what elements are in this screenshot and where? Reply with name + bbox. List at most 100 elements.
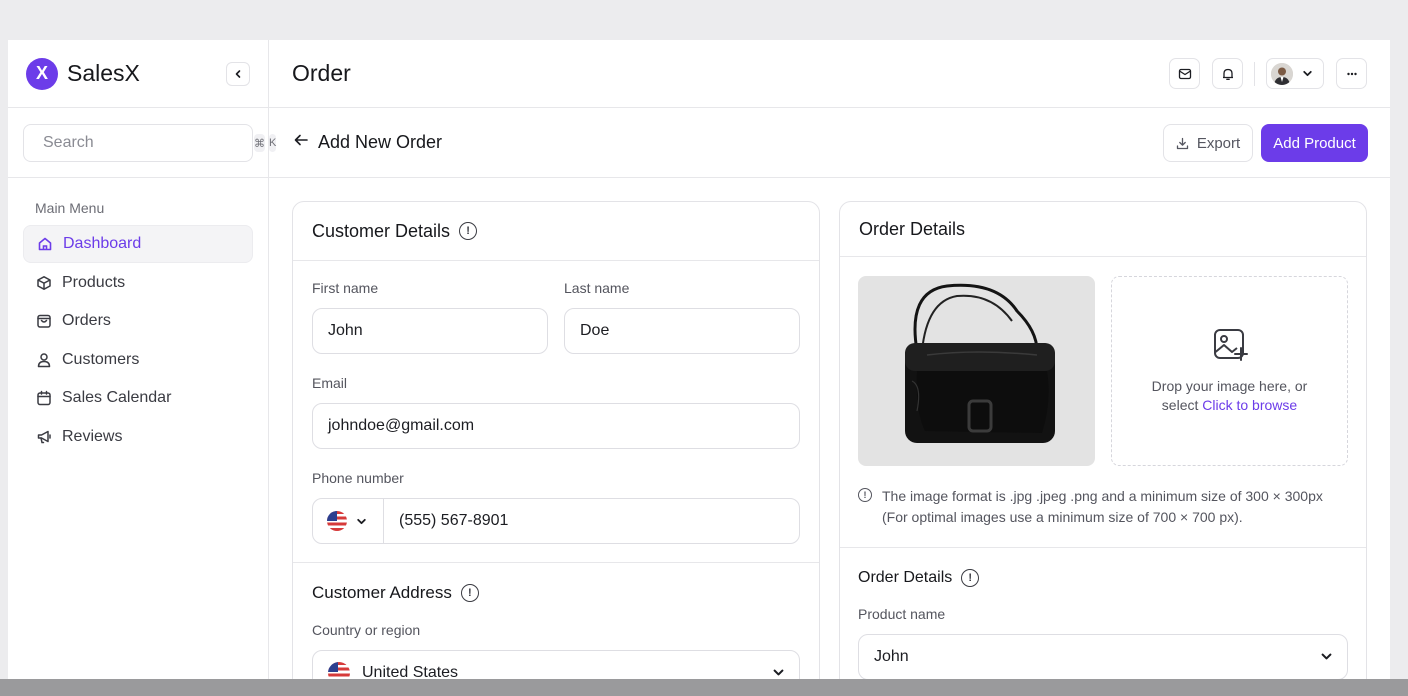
first-name-field: First name John <box>312 280 548 375</box>
topbar: Order <box>269 40 1390 108</box>
add-product-button[interactable]: Add Product <box>1261 124 1368 162</box>
search-input[interactable] <box>43 134 250 152</box>
image-format-note: ! The image format is .jpg .jpeg .png an… <box>840 466 1366 528</box>
dropzone-text: Drop your image here, or select Click to… <box>1152 377 1308 415</box>
brand-logo: X <box>26 57 58 90</box>
customer-form: First name John Last name Doe Email john… <box>293 261 819 679</box>
bag-icon <box>35 312 53 330</box>
calendar-icon <box>35 389 53 407</box>
back-arrow-icon[interactable] <box>292 131 310 155</box>
email-label: Email <box>312 375 348 391</box>
customer-address-title: Customer Address <box>312 583 452 602</box>
customer-details-title: Customer Details <box>312 220 451 241</box>
search-section: ⌘ K <box>8 108 277 178</box>
country-label: Country or region <box>312 622 421 638</box>
product-name-select[interactable]: John <box>858 634 1348 679</box>
brand: X SalesX <box>8 40 268 108</box>
us-flag-icon <box>327 511 347 531</box>
phone-field: (555) 567-8901 <box>312 498 800 544</box>
more-options-button[interactable] <box>1336 58 1367 89</box>
sidebar-item-label: Reviews <box>62 427 123 445</box>
customer-details-card: Customer Details ! First name John Last … <box>292 201 820 679</box>
brand-name: SalesX <box>67 60 140 86</box>
more-horizontal-icon <box>1346 72 1357 75</box>
order-details-subtitle: Order Details <box>858 569 953 586</box>
sidebar-item-dashboard[interactable]: Dashboard <box>23 225 253 263</box>
sidebar-item-reviews[interactable]: Reviews <box>23 418 253 456</box>
sidebar-item-orders[interactable]: Orders <box>23 302 253 340</box>
sidebar-item-label: Orders <box>62 312 111 329</box>
sidebar-item-label: Products <box>62 273 126 291</box>
info-icon[interactable]: ! <box>961 569 980 587</box>
chevron-left-icon <box>235 70 241 78</box>
search-box[interactable]: ⌘ K <box>23 124 277 162</box>
mail-button[interactable] <box>1169 58 1200 89</box>
order-details-subheader: Order Details ! <box>858 548 1348 606</box>
shortcut-cmd-key: ⌘ <box>254 134 265 152</box>
last-name-input[interactable]: Doe <box>564 308 800 354</box>
image-format-note-line2: (For optimal images use a minimum size o… <box>882 509 1243 525</box>
us-flag-icon <box>328 662 350 679</box>
download-icon <box>1176 137 1189 150</box>
main-menu: Main Menu Dashboard Products Orders Cust… <box>8 178 268 456</box>
browse-link[interactable]: Click to browse <box>1202 397 1297 413</box>
customer-address-header: Customer Address ! <box>312 563 800 622</box>
export-label: Export <box>1196 134 1241 152</box>
sidebar: X SalesX ⌘ K Main Menu Dashboard <box>8 40 277 679</box>
first-name-label: First name <box>312 280 379 296</box>
country-code-select[interactable] <box>313 499 384 543</box>
product-name-value: John <box>874 648 909 665</box>
page-subheader: Add New Order Export Add Product <box>269 108 1390 178</box>
product-image <box>858 276 1095 466</box>
top-actions <box>1169 58 1367 89</box>
image-add-icon <box>1213 329 1248 361</box>
bottom-edge-bar <box>0 679 1408 696</box>
chevron-down-icon <box>1303 70 1312 77</box>
collapse-sidebar-button[interactable] <box>226 62 250 86</box>
avatar <box>1271 62 1293 85</box>
user-icon <box>35 351 53 369</box>
country-select[interactable]: United States <box>312 650 800 679</box>
mail-icon <box>1178 68 1191 79</box>
sidebar-item-products[interactable]: Products <box>23 264 253 302</box>
phone-input[interactable]: (555) 567-8901 <box>384 499 799 543</box>
product-name-label: Product name <box>858 606 946 622</box>
profile-menu-button[interactable] <box>1266 58 1324 89</box>
phone-label: Phone number <box>312 470 404 486</box>
chevron-down-icon <box>357 518 366 524</box>
info-icon[interactable]: ! <box>460 584 479 602</box>
product-media: Drop your image here, or select Click to… <box>840 257 1366 466</box>
dropzone-line1: Drop your image here, or <box>1151 378 1308 394</box>
image-dropzone[interactable]: Drop your image here, or select Click to… <box>1111 276 1348 466</box>
export-button[interactable]: Export <box>1163 124 1253 162</box>
chevron-down-icon <box>773 669 784 676</box>
last-name-field: Last name Doe <box>564 280 800 375</box>
customer-details-header: Customer Details ! <box>293 202 819 261</box>
dropzone-select-word: select <box>1161 397 1199 413</box>
notifications-button[interactable] <box>1212 58 1243 89</box>
app-window: X SalesX ⌘ K Main Menu Dashboard <box>8 40 1390 679</box>
email-input[interactable]: johndoe@gmail.com <box>312 403 800 449</box>
page-title: Order <box>292 60 351 86</box>
sidebar-item-sales-calendar[interactable]: Sales Calendar <box>23 379 253 417</box>
order-details-title: Order Details <box>859 218 966 239</box>
info-icon: ! <box>858 488 872 502</box>
order-form: Order Details ! Product name John <box>840 548 1366 679</box>
home-icon <box>36 235 54 253</box>
sidebar-item-customers[interactable]: Customers <box>23 341 253 379</box>
image-format-note-line1: The image format is .jpg .jpeg .png and … <box>882 488 1323 504</box>
sidebar-item-label: Dashboard <box>63 235 142 252</box>
order-details-card: Order Details Drop your image here, or s… <box>839 201 1367 679</box>
box-icon <box>35 274 53 292</box>
megaphone-icon <box>35 428 53 446</box>
subheader-title: Add New Order <box>318 132 443 152</box>
main-menu-title: Main Menu <box>35 200 105 216</box>
sidebar-item-label: Sales Calendar <box>62 389 172 406</box>
topbar-divider <box>1254 61 1255 86</box>
first-name-input[interactable]: John <box>312 308 548 354</box>
last-name-label: Last name <box>564 280 630 296</box>
bell-icon <box>1222 68 1233 80</box>
sidebar-item-label: Customers <box>62 350 140 368</box>
country-value: United States <box>362 664 459 679</box>
info-icon[interactable]: ! <box>459 222 478 240</box>
